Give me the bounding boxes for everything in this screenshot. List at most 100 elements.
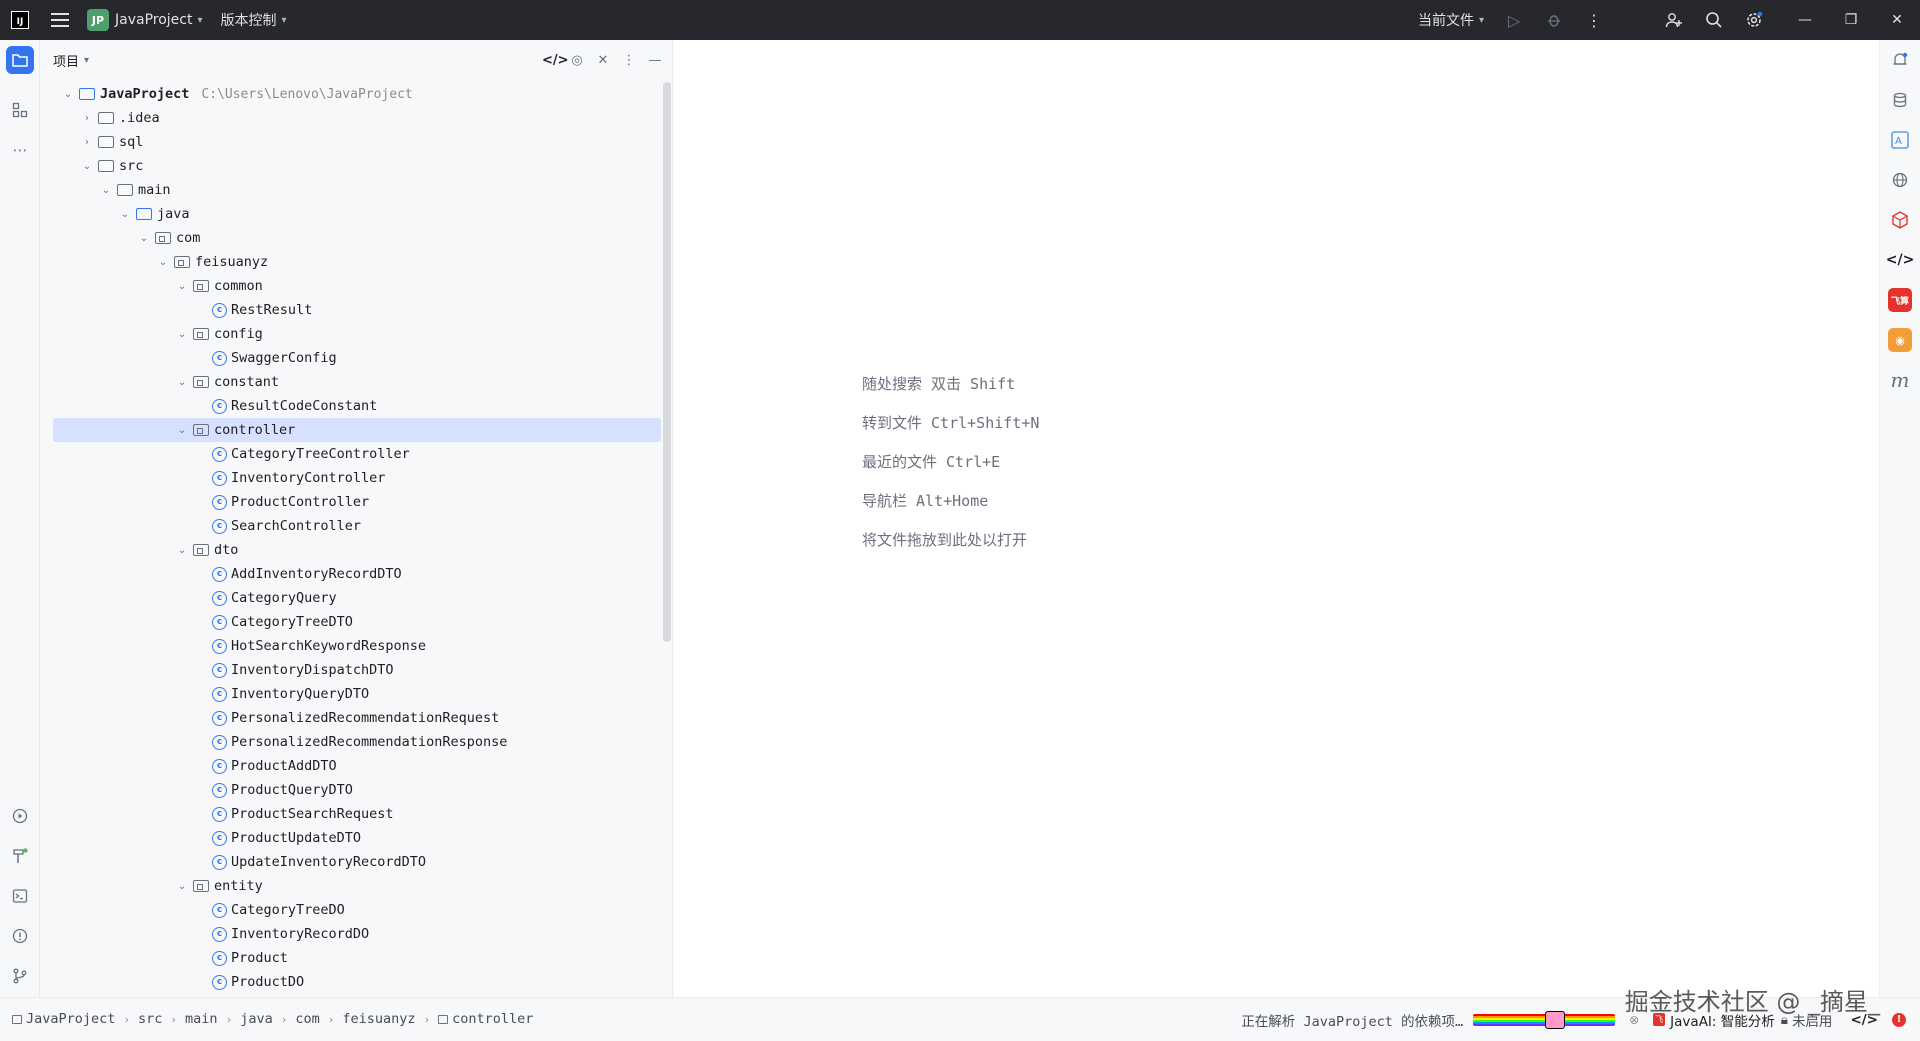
search-icon[interactable] bbox=[1694, 0, 1734, 40]
chevron-right-icon[interactable]: › bbox=[80, 113, 94, 124]
breadcrumb-item[interactable]: controller bbox=[452, 1011, 533, 1027]
structure-icon[interactable] bbox=[6, 96, 34, 124]
tree-item-folder[interactable]: ⌄ config bbox=[53, 322, 661, 346]
build-hammer-icon[interactable] bbox=[6, 842, 34, 870]
tree-item-folder[interactable]: › .idea bbox=[53, 106, 661, 130]
background-task-text[interactable]: 正在解析 JavaProject 的依赖项… bbox=[1241, 1010, 1463, 1030]
tree-item-folder[interactable]: ⌄ feisuanyz bbox=[53, 250, 661, 274]
tree-item-class[interactable]: c ProductUpdateDTO bbox=[53, 826, 661, 850]
database-icon[interactable] bbox=[1888, 88, 1912, 112]
tree-item-class[interactable]: c UpdateInventoryRecordDTO bbox=[53, 850, 661, 874]
tree-item-class[interactable]: c Product bbox=[53, 946, 661, 970]
code-icon[interactable]: </> bbox=[542, 53, 569, 68]
settings-gear-icon[interactable] bbox=[1734, 0, 1774, 40]
package-icon bbox=[193, 544, 209, 556]
chevron-down-icon[interactable]: ⌄ bbox=[156, 257, 170, 268]
tree-item-class[interactable]: c CategoryTreeDTO bbox=[53, 610, 661, 634]
services-run-icon[interactable] bbox=[6, 802, 34, 830]
tree-item-folder[interactable]: ⌄ src bbox=[53, 154, 661, 178]
notifications-bell-icon[interactable] bbox=[1888, 48, 1912, 72]
translate-icon[interactable]: A bbox=[1888, 128, 1912, 152]
tree-item-folder[interactable]: ⌄ constant bbox=[53, 370, 661, 394]
tree-item-folder[interactable]: ⌄ main bbox=[53, 178, 661, 202]
run-icon[interactable]: ▷ bbox=[1494, 0, 1534, 40]
run-config-selector[interactable]: 当前文件 ▾ bbox=[1418, 10, 1484, 30]
tree-item-folder[interactable]: ⌄ controller bbox=[53, 418, 661, 442]
tree-item-class[interactable]: c ProductQueryDTO bbox=[53, 778, 661, 802]
tree-item-class[interactable]: c PersonalizedRecommendationRequest bbox=[53, 706, 661, 730]
breadcrumb-item[interactable]: src bbox=[138, 1011, 162, 1027]
breadcrumb-item[interactable]: main bbox=[185, 1011, 218, 1027]
debug-icon[interactable] bbox=[1534, 0, 1574, 40]
breadcrumb-item[interactable]: java bbox=[240, 1011, 273, 1027]
tree-item-class[interactable]: c InventoryQueryDTO bbox=[53, 682, 661, 706]
chevron-down-icon[interactable]: ⌄ bbox=[175, 545, 189, 556]
tree-item-folder[interactable]: ⌄ dto bbox=[53, 538, 661, 562]
feisuan-plugin-icon[interactable]: 飞算 bbox=[1888, 288, 1912, 312]
chevron-down-icon[interactable]: ⌄ bbox=[137, 233, 151, 244]
tree-item-folder[interactable]: › sql bbox=[53, 130, 661, 154]
project-switcher[interactable]: JavaProject ▾ bbox=[115, 12, 203, 28]
tree-item-class[interactable]: c ProductAddDTO bbox=[53, 754, 661, 778]
more-actions-icon[interactable]: ⋮ bbox=[1574, 0, 1614, 40]
problems-icon[interactable] bbox=[6, 922, 34, 950]
tree-item-class[interactable]: c InventoryDispatchDTO bbox=[53, 658, 661, 682]
add-user-icon[interactable] bbox=[1654, 0, 1694, 40]
tree-item-class[interactable]: c AddInventoryRecordDTO bbox=[53, 562, 661, 586]
chevron-down-icon[interactable]: ⌄ bbox=[99, 185, 113, 196]
tree-item-class[interactable]: c CategoryQuery bbox=[53, 586, 661, 610]
breadcrumb-item[interactable]: com bbox=[295, 1011, 319, 1027]
chevron-down-icon[interactable]: ⌄ bbox=[118, 209, 132, 220]
tree-item-class[interactable]: c SwaggerConfig bbox=[53, 346, 661, 370]
git-branch-icon[interactable] bbox=[6, 962, 34, 990]
tree-item-class[interactable]: c InventoryRecordDO bbox=[53, 922, 661, 946]
options-icon[interactable]: ⋮ bbox=[620, 53, 638, 68]
hide-panel-icon[interactable]: — bbox=[646, 53, 664, 68]
chevron-down-icon[interactable]: ⌄ bbox=[175, 881, 189, 892]
locate-target-icon[interactable]: ◎ bbox=[568, 53, 586, 68]
tree-item-folder[interactable]: ⌄ JavaProject C:\Users\Lenovo\JavaProject bbox=[53, 82, 661, 106]
minimize-window-button[interactable]: — bbox=[1782, 0, 1828, 40]
main-menu-icon[interactable] bbox=[51, 13, 69, 27]
tree-item-class[interactable]: c ProductController bbox=[53, 490, 661, 514]
chevron-down-icon[interactable]: ⌄ bbox=[175, 281, 189, 292]
chevron-down-icon[interactable]: ⌄ bbox=[175, 377, 189, 388]
breadcrumb-item[interactable]: JavaProject bbox=[26, 1011, 115, 1027]
editor-area[interactable]: 随处搜索 双击 Shift 转到文件 Ctrl+Shift+N 最近的文件 Ct… bbox=[674, 40, 1879, 997]
assistant-plugin-icon[interactable]: ◉ bbox=[1888, 328, 1912, 352]
tree-item-class[interactable]: c PersonalizedRecommendationResponse bbox=[53, 730, 661, 754]
maven-icon[interactable]: m bbox=[1888, 368, 1912, 392]
chevron-down-icon[interactable]: ⌄ bbox=[80, 161, 94, 172]
tree-item-folder[interactable]: ⌄ java bbox=[53, 202, 661, 226]
error-indicator-icon[interactable]: ! bbox=[1892, 1012, 1906, 1027]
tree-item-class[interactable]: c ResultCodeConstant bbox=[53, 394, 661, 418]
breadcrumb-item[interactable]: feisuanyz bbox=[342, 1011, 415, 1027]
chevron-down-icon[interactable]: ⌄ bbox=[175, 329, 189, 340]
tree-item-folder[interactable]: ⌄ common bbox=[53, 274, 661, 298]
tree-item-class[interactable]: c ProductSearchRequest bbox=[53, 802, 661, 826]
collapse-all-icon[interactable]: ✕ bbox=[594, 53, 612, 68]
close-window-button[interactable]: ✕ bbox=[1874, 0, 1920, 40]
more-tools-icon[interactable]: ⋯ bbox=[6, 136, 34, 164]
chevron-right-icon[interactable]: › bbox=[80, 137, 94, 148]
tree-item-class[interactable]: c InventoryController bbox=[53, 466, 661, 490]
tree-item-class[interactable]: c RestResult bbox=[53, 298, 661, 322]
project-tool-folder-icon[interactable] bbox=[6, 46, 34, 74]
tree-item-folder[interactable]: ⌄ entity bbox=[53, 874, 661, 898]
tree-item-folder[interactable]: ⌄ com bbox=[53, 226, 661, 250]
plugin-cube-icon[interactable] bbox=[1888, 208, 1912, 232]
tree-item-class[interactable]: c HotSearchKeywordResponse bbox=[53, 634, 661, 658]
tree-item-class[interactable]: c CategoryTreeController bbox=[53, 442, 661, 466]
network-globe-icon[interactable] bbox=[1888, 168, 1912, 192]
chevron-down-icon[interactable]: ⌄ bbox=[175, 425, 189, 436]
code-ai-icon[interactable]: </> bbox=[1886, 248, 1915, 272]
restore-window-button[interactable]: ❐ bbox=[1828, 0, 1874, 40]
tree-item-class[interactable]: c CategoryTreeDO bbox=[53, 898, 661, 922]
tree-item-class[interactable]: c SearchController bbox=[53, 514, 661, 538]
tree-item-class[interactable]: c ProductDO bbox=[53, 970, 661, 994]
chevron-down-icon[interactable]: ⌄ bbox=[61, 89, 75, 100]
terminal-icon[interactable] bbox=[6, 882, 34, 910]
project-badge[interactable]: JP bbox=[87, 9, 109, 31]
tree-scrollbar[interactable] bbox=[663, 82, 671, 642]
vcs-menu[interactable]: 版本控制 ▾ bbox=[221, 10, 287, 30]
